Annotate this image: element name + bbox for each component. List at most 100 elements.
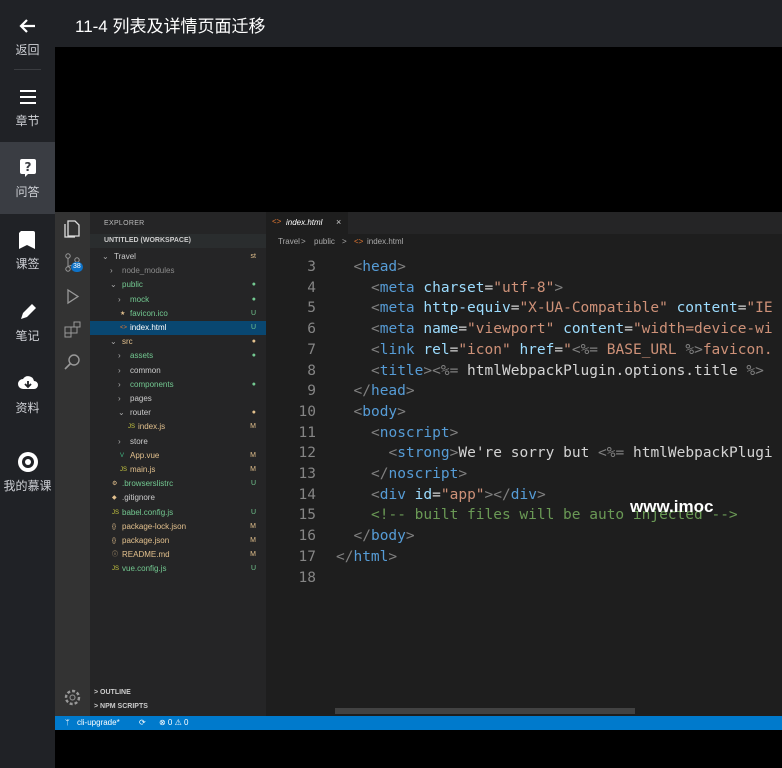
gear-icon[interactable] [62, 687, 83, 708]
code-line: 3 <head> [266, 257, 782, 277]
code-line: 10 <body> [266, 402, 782, 422]
notes-button[interactable]: 笔记 [0, 286, 55, 358]
git-status-badge: ● [251, 380, 256, 388]
editor-tabs: <> index.html × [266, 212, 782, 234]
code-line: 5 <meta http-equiv="X-UA-Compatible" cont… [266, 298, 782, 318]
tree-item-label: .gitignore [122, 493, 155, 503]
tree-item[interactable]: › mock ● [90, 293, 266, 307]
branch-icon: ᛘ [65, 718, 70, 727]
qa-label: 问答 [15, 184, 40, 199]
my-courses-button[interactable]: 我的慕课 [0, 436, 55, 508]
tree-item-label: assets [130, 351, 154, 361]
tree-item[interactable]: ⌄ src ● [90, 335, 266, 349]
tree-item[interactable]: ⌄ public ● [90, 278, 266, 292]
tree-item[interactable]: ◆ .gitignore [90, 491, 266, 505]
chevron-right-icon: › [118, 351, 121, 361]
bookmarks-button[interactable]: 课签 [0, 214, 55, 286]
code-line: 12 <strong>We're sorry but <%= htmlWebpac… [266, 443, 782, 463]
tree-item[interactable]: › node_modules [90, 264, 266, 278]
problems-count[interactable]: ⊗ 0 ⚠ 0 [159, 718, 188, 727]
tree-item[interactable]: › pages [90, 392, 266, 406]
outline-label: OUTLINE [100, 689, 131, 696]
code-text: </html> [336, 548, 398, 565]
code-text: <head> [353, 259, 406, 275]
materials-button[interactable]: 资料 [0, 358, 55, 430]
files-icon[interactable] [62, 218, 83, 239]
back-button[interactable]: 返回 [0, 0, 55, 72]
outline-section[interactable]: > OUTLINE [94, 689, 131, 696]
npm-scripts-label: NPM SCRIPTS [100, 703, 148, 710]
git-status-badge: ● [251, 295, 256, 303]
tree-item[interactable]: › store [90, 435, 266, 449]
tree-item[interactable]: ⓘ README.md M [90, 548, 266, 562]
line-number: 11 [298, 424, 316, 441]
git-status-badge: M [250, 537, 256, 544]
tree-item-label: App.vue [130, 450, 160, 460]
tree-item[interactable]: {} package-lock.json M [90, 520, 266, 534]
git-status-badge: M [250, 423, 256, 431]
tree-item[interactable]: › common [90, 364, 266, 378]
code-text: <title><%= htmlWebpackPlugin.options.tit… [371, 362, 764, 379]
line-number: 6 [307, 321, 316, 338]
tree-item-label: package.json [122, 536, 170, 545]
svg-text:?: ? [24, 160, 31, 174]
chevron-right-icon: › [118, 365, 121, 375]
line-number: 16 [298, 528, 316, 545]
line-number: 14 [298, 486, 316, 503]
bookmark-icon [18, 230, 35, 249]
tree-item[interactable]: JS index.js M [90, 420, 266, 434]
tree-item[interactable]: ★ favicon.ico U [90, 307, 266, 321]
file-type-icon: ◆ [112, 495, 117, 502]
back-label: 返回 [15, 42, 40, 57]
branch-name[interactable]: cli-upgrade* [77, 718, 120, 727]
explorer-title: EXPLORER [104, 220, 145, 227]
close-icon[interactable]: × [336, 217, 341, 227]
workspace-header[interactable]: UNTITLED (WORKSPACE) [90, 234, 266, 248]
page-title: 11-4 列表及详情页面迁移 [75, 17, 266, 36]
tree-item[interactable]: V App.vue M [90, 449, 266, 463]
git-status-badge: ● [251, 338, 256, 346]
search-icon[interactable] [62, 352, 83, 373]
tree-item-label: vue.config.js [122, 564, 167, 574]
tree-item-label: favicon.ico [130, 308, 168, 318]
chevron-right-icon: › [110, 266, 113, 276]
chevron-down-icon: ⌄ [118, 408, 125, 418]
line-number: 13 [298, 466, 316, 482]
tree-item[interactable]: › assets ● [90, 349, 266, 363]
breadcrumb-item[interactable]: public [314, 237, 335, 246]
npm-scripts-section[interactable]: > NPM SCRIPTS [94, 703, 148, 710]
debug-icon[interactable] [62, 286, 83, 307]
horizontal-scrollbar[interactable] [335, 708, 635, 714]
tree-item[interactable]: ⚙ .browserslistrc U [90, 477, 266, 491]
tree-item[interactable]: JS vue.config.js U [90, 562, 266, 576]
scm-count-badge: 38 [71, 262, 83, 272]
tree-item[interactable]: JS babel.config.js U [90, 506, 266, 520]
breadcrumb-item[interactable]: index.html [367, 237, 403, 246]
tree-item[interactable]: <> index.html U [90, 321, 266, 335]
tree-item-label: mock [130, 294, 150, 304]
arrow-left-icon [18, 18, 35, 33]
chevron-right-icon: > [301, 237, 306, 246]
tree-item-label: README.md [122, 550, 170, 560]
sync-icon[interactable]: ⟳ [139, 718, 146, 727]
tree-item[interactable]: JS main.js M [90, 463, 266, 477]
code-text: </head> [353, 383, 415, 400]
code-editor[interactable]: 3 <head> 4 <meta charset="utf-8"> 5 <meta htt… [266, 249, 782, 709]
git-status-badge: U [250, 565, 256, 573]
line-number: 17 [298, 548, 316, 565]
file-type-icon: {} [112, 538, 117, 544]
code-text: <noscript> [371, 424, 459, 441]
qa-button[interactable]: ? 问答 [0, 142, 55, 214]
tree-item[interactable]: › components ● [90, 378, 266, 392]
tree-item[interactable]: ⌄ router ● [90, 406, 266, 420]
code-text: <meta http-equiv="X-UA-Compatible" conte… [371, 300, 773, 317]
chapters-button[interactable]: 章节 [0, 71, 55, 143]
html-file-icon: <> [354, 237, 364, 246]
code-line: 7 <link rel="icon" href="<%= BASE_URL %>f… [266, 340, 782, 360]
extensions-icon[interactable] [62, 319, 83, 340]
tree-item[interactable]: ⌄ Travel st [90, 250, 266, 264]
file-type-icon: ⓘ [112, 552, 119, 559]
tab-index-html[interactable]: <> index.html × [266, 212, 348, 234]
breadcrumb-item[interactable]: Travel [278, 237, 300, 246]
tree-item[interactable]: {} package.json M [90, 534, 266, 548]
